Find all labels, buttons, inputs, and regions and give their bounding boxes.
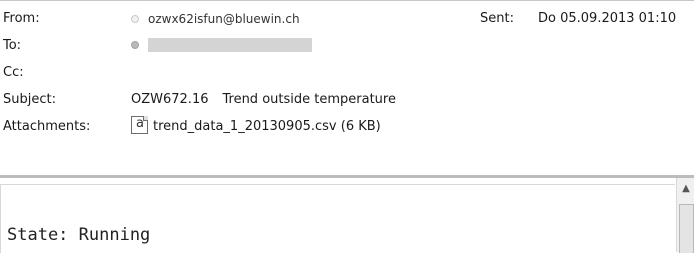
message-body: State: Running ▲: [0, 178, 694, 253]
redacted-recipient: [148, 37, 312, 52]
to-label: To:: [3, 38, 22, 53]
presence-icon: [131, 14, 139, 23]
from-value[interactable]: ozwx62isfun@bluewin.ch: [131, 9, 300, 30]
status-text: State: Running: [7, 225, 151, 245]
sender-email[interactable]: ozwx62isfun@bluewin.ch: [148, 12, 300, 26]
attachment-file-name[interactable]: trend_data_1_20130905.csv: [153, 119, 337, 134]
presence-icon: [131, 40, 139, 49]
sent-value: Do 05.09.2013 01:10: [538, 11, 677, 26]
to-value[interactable]: [131, 36, 312, 56]
vertical-scrollbar[interactable]: ▲: [676, 178, 694, 253]
attachment-item[interactable]: a trend_data_1_20130905.csv (6 KB): [131, 115, 381, 137]
cc-label: Cc:: [3, 65, 24, 80]
subject-device: OZW672.16: [131, 92, 209, 107]
scroll-up-arrow-icon[interactable]: ▲: [677, 178, 694, 200]
sent-label: Sent:: [480, 11, 514, 26]
attachment-file-size: (6 KB): [340, 119, 381, 134]
message-body-content: State: Running: [0, 184, 675, 253]
attachments-label: Attachments:: [3, 119, 91, 134]
scroll-thumb[interactable]: [679, 204, 694, 253]
csv-file-icon: a: [131, 115, 150, 134]
from-label: From:: [3, 11, 40, 26]
subject-label: Subject:: [3, 92, 56, 107]
subject-value: OZW672.16 Trend outside temperature: [131, 90, 396, 110]
message-header: From: ozwx62isfun@bluewin.ch Sent: Do 05…: [0, 0, 694, 176]
subject-text: Trend outside temperature: [222, 92, 396, 107]
from-row: From: ozwx62isfun@bluewin.ch Sent: Do 05…: [0, 9, 694, 29]
